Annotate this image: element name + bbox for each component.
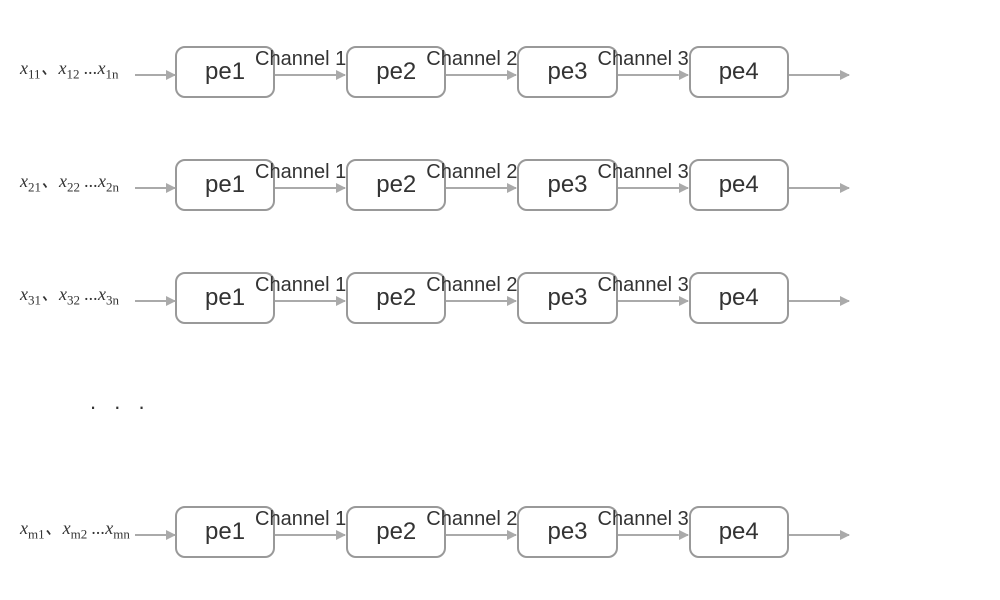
arrow-icon <box>446 187 516 189</box>
channel-label: Channel 3 <box>598 508 689 532</box>
arrow-icon <box>789 300 849 302</box>
arrow-icon <box>275 187 345 189</box>
channel-label: Channel 1 <box>255 48 346 72</box>
channel-label: Channel 2 <box>426 48 517 72</box>
node-pe4: pe4 <box>689 272 789 324</box>
pipeline-row: xm1、xm2 ...xmn pe1 Channel 1 pe2 Channel… <box>20 480 980 558</box>
arrow-icon <box>135 534 175 536</box>
channel-label: Channel 2 <box>426 274 517 298</box>
arrow-icon <box>446 300 516 302</box>
node-pe4: pe4 <box>689 506 789 558</box>
channel-label: Channel 3 <box>598 274 689 298</box>
arrow-icon <box>789 74 849 76</box>
arrow-icon <box>789 534 849 536</box>
pipeline: pe1 Channel 1 pe2 Channel 2 pe3 Channel … <box>165 20 980 98</box>
pipeline-row: x31、x32 ...x3n pe1 Channel 1 pe2 Channel… <box>20 246 980 324</box>
pipeline-row: x11、x12 ...x1n pe1 Channel 1 pe2 Channel… <box>20 20 980 98</box>
channel-label: Channel 3 <box>598 48 689 72</box>
arrow-icon <box>446 534 516 536</box>
arrow-icon <box>135 300 175 302</box>
node-pe4: pe4 <box>689 46 789 98</box>
pipeline: pe1 Channel 1 pe2 Channel 2 pe3 Channel … <box>165 480 980 558</box>
arrow-icon <box>275 74 345 76</box>
channel-label: Channel 1 <box>255 508 346 532</box>
arrow-icon <box>789 187 849 189</box>
arrow-icon <box>618 74 688 76</box>
arrow-icon <box>275 534 345 536</box>
node-pe4: pe4 <box>689 159 789 211</box>
channel-label: Channel 3 <box>598 161 689 185</box>
arrow-icon <box>275 300 345 302</box>
channel-label: Channel 1 <box>255 274 346 298</box>
arrow-icon <box>446 74 516 76</box>
arrow-icon <box>618 534 688 536</box>
pipeline: pe1 Channel 1 pe2 Channel 2 pe3 Channel … <box>165 246 980 324</box>
arrow-icon <box>618 187 688 189</box>
arrow-icon <box>135 74 175 76</box>
channel-label: Channel 1 <box>255 161 346 185</box>
ellipsis: . . . <box>20 359 980 445</box>
arrow-icon <box>135 187 175 189</box>
arrow-icon <box>618 300 688 302</box>
pipeline-diagram: x11、x12 ...x1n pe1 Channel 1 pe2 Channel… <box>20 20 980 558</box>
pipeline-row: x21、x22 ...x2n pe1 Channel 1 pe2 Channel… <box>20 133 980 211</box>
pipeline: pe1 Channel 1 pe2 Channel 2 pe3 Channel … <box>165 133 980 211</box>
channel-label: Channel 2 <box>426 161 517 185</box>
channel-label: Channel 2 <box>426 508 517 532</box>
